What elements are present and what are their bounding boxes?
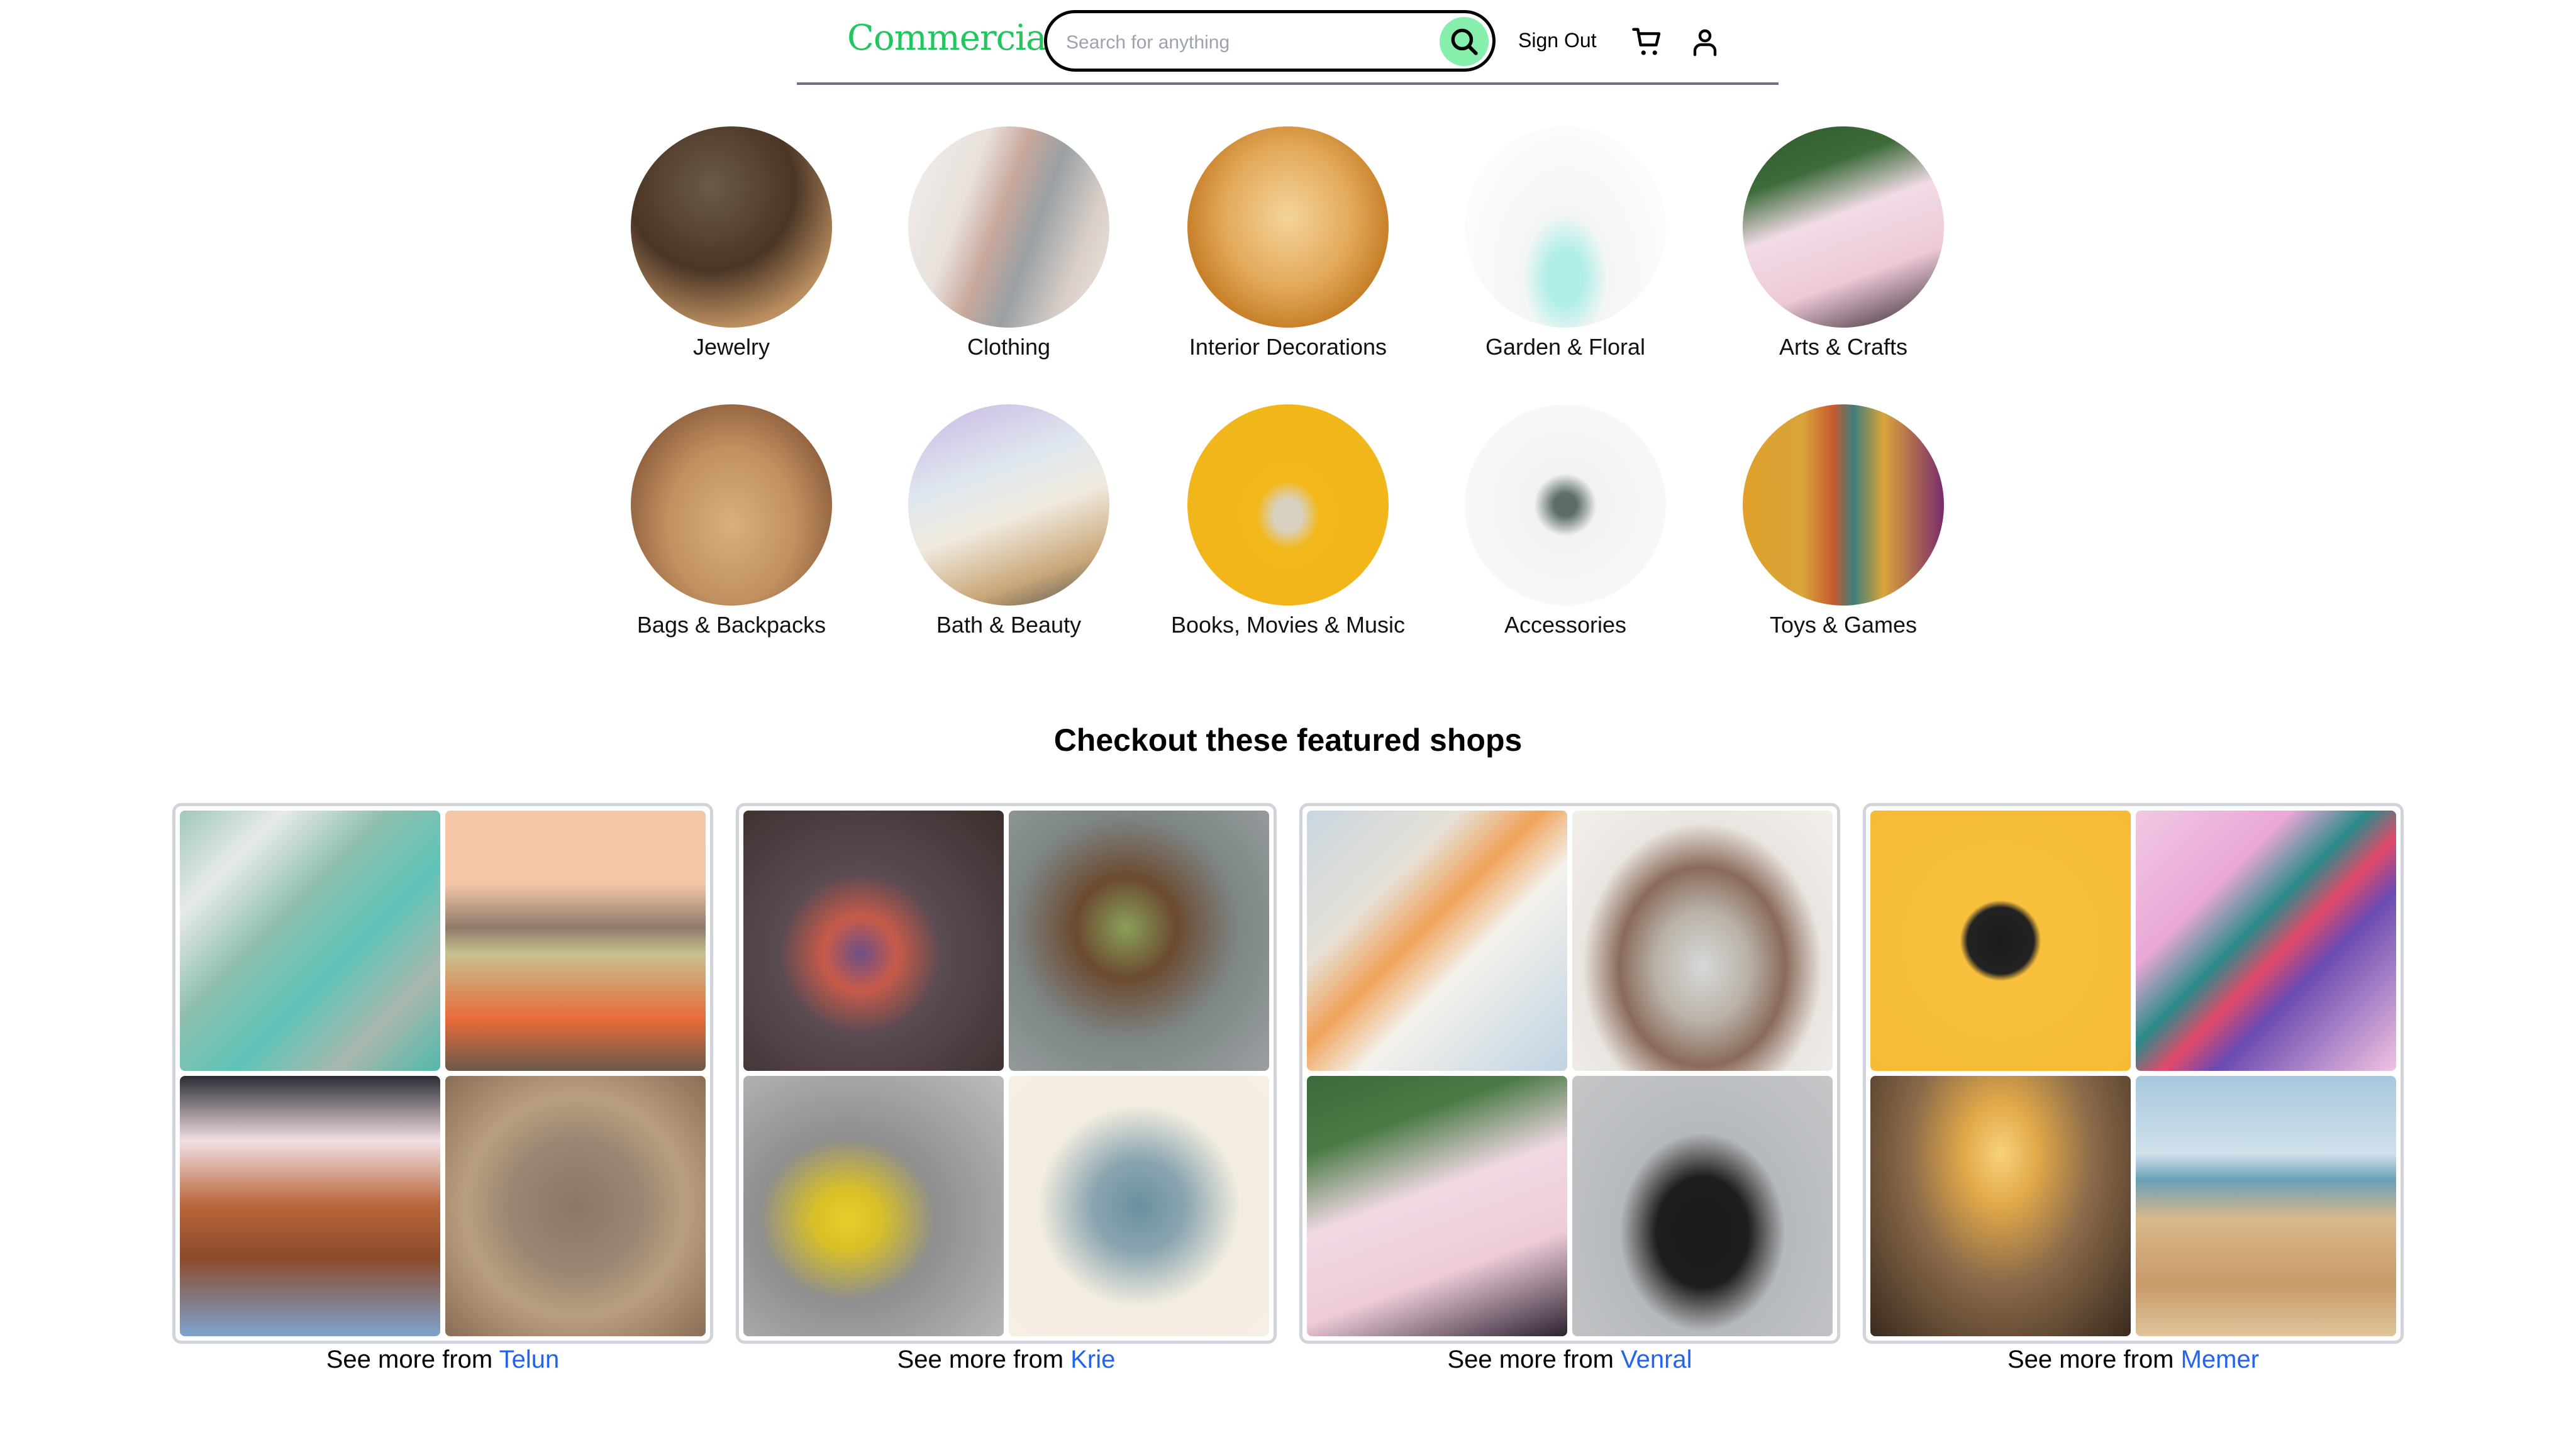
category-toys-games[interactable]: Toys & Games: [1711, 404, 1975, 638]
shop-image: [1572, 811, 1833, 1071]
category-label: Clothing: [967, 334, 1051, 360]
category-image: [1465, 126, 1666, 328]
top-nav: Commercia Sign Out: [797, 0, 1779, 84]
search-button[interactable]: [1440, 17, 1489, 66]
category-image: [631, 404, 832, 606]
category-label: Garden & Floral: [1485, 334, 1646, 360]
search-bar: [1044, 10, 1496, 72]
category-label: Arts & Crafts: [1779, 334, 1908, 360]
shop-image: [1870, 811, 2131, 1071]
shop-image: [1307, 811, 1567, 1071]
category-image: [631, 126, 832, 328]
shop-link-venral[interactable]: Venral: [1621, 1346, 1692, 1373]
category-image: [908, 404, 1109, 606]
shop-image: [1009, 1076, 1269, 1336]
cart-icon[interactable]: [1630, 25, 1665, 59]
shop-image: [1870, 1076, 2131, 1336]
category-image: [1187, 404, 1389, 606]
category-bath-beauty[interactable]: Bath & Beauty: [877, 404, 1141, 638]
shop-image: [1307, 1076, 1567, 1336]
shop-caption: See more from Venral: [1447, 1346, 1692, 1373]
category-image: [1465, 404, 1666, 606]
featured-heading: Checkout these featured shops: [1053, 723, 1523, 758]
category-arts-crafts[interactable]: Arts & Crafts: [1711, 126, 1975, 360]
search-input[interactable]: [1065, 28, 1419, 57]
shop-image: [1572, 1076, 1833, 1336]
category-garden-floral[interactable]: Garden & Floral: [1433, 126, 1697, 360]
category-accessories[interactable]: Accessories: [1433, 404, 1697, 638]
shop-caption: See more from Memer: [2007, 1346, 2260, 1373]
shop-image: [445, 1076, 706, 1336]
category-label: Interior Decorations: [1189, 334, 1387, 360]
shop-image: [2136, 1076, 2396, 1336]
shop-card-memer[interactable]: [1863, 803, 2404, 1344]
shop-caption: See more from Telun: [326, 1346, 560, 1373]
category-label: Accessories: [1504, 612, 1627, 638]
shop-link-memer[interactable]: Memer: [2181, 1346, 2259, 1373]
logo[interactable]: Commercia: [847, 18, 1046, 58]
shop-image: [180, 811, 440, 1071]
category-bags-backpacks[interactable]: Bags & Backpacks: [599, 404, 863, 638]
header-divider: [797, 82, 1779, 85]
category-clothing[interactable]: Clothing: [877, 126, 1141, 360]
category-image: [1743, 404, 1944, 606]
shop-card-krie[interactable]: [736, 803, 1277, 1344]
shop-image: [445, 811, 706, 1071]
sign-out-button[interactable]: Sign Out: [1518, 29, 1597, 52]
category-jewelry[interactable]: Jewelry: [599, 126, 863, 360]
shop-link-telun[interactable]: Telun: [499, 1346, 560, 1373]
shop-caption: See more from Krie: [897, 1346, 1116, 1373]
shop-card-venral[interactable]: [1299, 803, 1840, 1344]
category-image: [1743, 126, 1944, 328]
category-label: Jewelry: [692, 334, 770, 360]
shop-image: [743, 1076, 1004, 1336]
category-label: Bags & Backpacks: [636, 612, 826, 638]
user-icon[interactable]: [1690, 26, 1720, 58]
category-label: Books, Movies & Music: [1170, 612, 1406, 638]
category-books-movies-music[interactable]: Books, Movies & Music: [1156, 404, 1420, 638]
shop-image: [743, 811, 1004, 1071]
shop-image: [1009, 811, 1269, 1071]
category-interior-decorations[interactable]: Interior Decorations: [1156, 126, 1420, 360]
shop-image: [2136, 811, 2396, 1071]
shop-card-telun[interactable]: [172, 803, 713, 1344]
category-image: [1187, 126, 1389, 328]
shop-image: [180, 1076, 440, 1336]
category-image: [908, 126, 1109, 328]
category-label: Toys & Games: [1769, 612, 1918, 638]
shop-link-krie[interactable]: Krie: [1070, 1346, 1115, 1373]
category-label: Bath & Beauty: [936, 612, 1082, 638]
search-icon: [1451, 28, 1478, 55]
